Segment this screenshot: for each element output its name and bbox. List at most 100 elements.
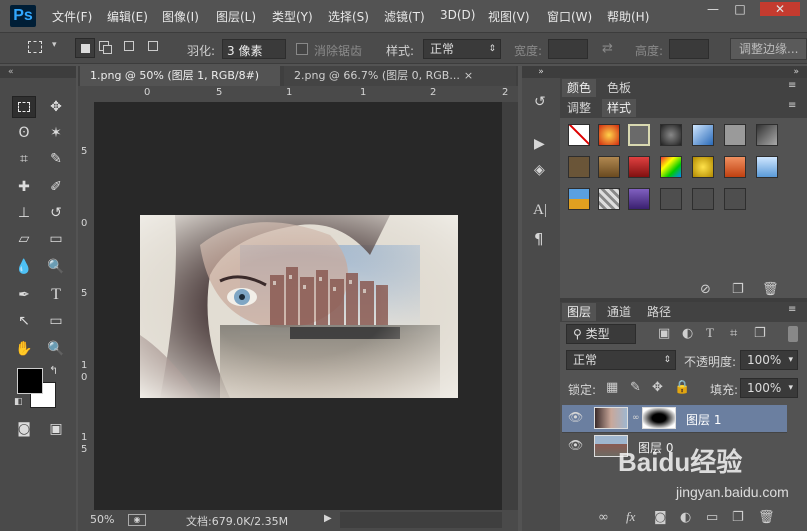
style-swatch[interactable] (598, 124, 620, 146)
menu-edit[interactable]: 编辑(E) (107, 8, 148, 25)
new-group-icon[interactable]: ▭ (706, 510, 718, 525)
canvas-image[interactable] (140, 215, 458, 398)
style-none-swatch[interactable] (568, 124, 590, 146)
collapse-toolbar-icon[interactable]: « (0, 66, 76, 78)
intersect-selection-icon[interactable] (148, 41, 158, 51)
menu-3d[interactable]: 3D(D) (440, 8, 475, 22)
lasso-tool-icon[interactable]: ʘ (12, 122, 36, 144)
close-button[interactable]: ✕ (760, 2, 800, 16)
menu-filter[interactable]: 滤镜(T) (384, 8, 425, 25)
link-layers-icon[interactable]: ∞ (598, 510, 609, 525)
filter-shape-icon[interactable]: ⌗ (730, 326, 737, 341)
opacity-input[interactable]: 100% ▾ (740, 350, 798, 370)
hand-tool-icon[interactable]: ✋ (12, 338, 36, 360)
layer-mask-thumbnail[interactable] (642, 407, 676, 429)
foreground-color-swatch[interactable] (17, 368, 43, 394)
menu-window[interactable]: 窗口(W) (547, 8, 592, 25)
new-selection-icon[interactable] (75, 38, 95, 58)
zoom-tool-icon[interactable]: 🔍 (44, 338, 68, 360)
horizontal-scrollbar[interactable] (340, 512, 502, 528)
rect-marquee-tool-icon[interactable] (12, 96, 36, 118)
tab-channels[interactable]: 通道 (602, 303, 636, 321)
path-select-tool-icon[interactable]: ↖ (12, 310, 36, 332)
minimize-button[interactable]: — (701, 2, 725, 16)
new-style-icon[interactable]: ❐ (732, 282, 744, 297)
lock-pixels-icon[interactable]: ✎ (630, 380, 641, 395)
marquee-tool-preset-icon[interactable] (28, 41, 42, 53)
lock-transparency-icon[interactable]: ▦ (606, 380, 618, 395)
delete-layer-icon[interactable]: 🗑 (758, 510, 775, 525)
healing-brush-tool-icon[interactable]: ✚ (12, 176, 36, 198)
status-preview-icon[interactable]: ◉ (128, 514, 146, 526)
add-selection-icon[interactable] (99, 41, 112, 54)
rectangle-tool-icon[interactable]: ▭ (44, 310, 68, 332)
style-swatch[interactable] (628, 156, 650, 178)
tab-styles[interactable]: 样式 (602, 99, 637, 117)
adjustment-layer-icon[interactable]: ◐ (680, 510, 691, 525)
maximize-button[interactable]: □ (728, 2, 752, 16)
history-brush-tool-icon[interactable]: ↺ (44, 202, 68, 224)
history-panel-icon[interactable]: ↺ (534, 94, 546, 110)
feather-input[interactable]: 3 像素 (222, 39, 286, 59)
height-input[interactable] (669, 39, 709, 59)
style-swatch[interactable] (660, 188, 682, 210)
chevron-down-icon[interactable]: ▾ (52, 40, 57, 50)
character-panel-icon[interactable]: A| (533, 202, 547, 219)
swap-colors-icon[interactable]: ↰ (49, 364, 58, 377)
status-menu-arrow-icon[interactable]: ▶ (324, 513, 332, 524)
layer-row-1[interactable]: 👁 ∞ 图层 1 (562, 405, 787, 432)
fill-input[interactable]: 100% ▾ (740, 378, 798, 398)
default-colors-icon[interactable]: ◧ (14, 397, 23, 407)
magic-wand-tool-icon[interactable]: ✶ (44, 122, 68, 144)
refine-edge-button[interactable]: 调整边缘... (730, 38, 807, 60)
filter-type-icon[interactable]: T (706, 325, 714, 341)
menu-type[interactable]: 类型(Y) (272, 8, 313, 25)
menu-select[interactable]: 选择(S) (328, 8, 369, 25)
quick-mask-icon[interactable]: ◙ (12, 418, 36, 440)
style-swatch[interactable] (692, 124, 714, 146)
lock-position-icon[interactable]: ✥ (652, 380, 663, 395)
style-select[interactable]: 正常 ⇕ (423, 39, 501, 59)
menu-image[interactable]: 图像(I) (162, 8, 199, 25)
tab-adjustments[interactable]: 调整 (562, 99, 596, 117)
swap-icon[interactable]: ⇄ (602, 41, 613, 56)
menu-view[interactable]: 视图(V) (488, 8, 530, 25)
menu-help[interactable]: 帮助(H) (607, 8, 649, 25)
dodge-tool-icon[interactable]: 🔍 (44, 256, 68, 278)
tab-color[interactable]: 颜色 (562, 79, 597, 97)
move-tool-icon[interactable]: ✥ (44, 96, 68, 118)
new-layer-icon[interactable]: ❐ (732, 510, 744, 525)
clone-stamp-tool-icon[interactable]: ⊥ (12, 202, 36, 224)
paragraph-panel-icon[interactable]: ¶ (534, 230, 544, 248)
tab-2png[interactable]: 2.png @ 66.7% (图层 0, RGB... × (284, 66, 516, 86)
menu-file[interactable]: 文件(F) (52, 8, 92, 25)
filter-pixel-icon[interactable]: ▣ (658, 326, 670, 341)
tab-swatches[interactable]: 色板 (602, 79, 636, 97)
style-swatch[interactable] (660, 124, 682, 146)
style-swatch[interactable] (692, 188, 714, 210)
panel-menu-icon[interactable]: ≡ (788, 304, 796, 315)
panel-menu-icon[interactable]: ≡ (788, 80, 796, 91)
style-swatch[interactable] (756, 156, 778, 178)
filter-adjustment-icon[interactable]: ◐ (682, 326, 693, 341)
blend-mode-select[interactable]: 正常 ⇕ (566, 350, 676, 370)
subtract-selection-icon[interactable] (124, 41, 134, 51)
filter-smart-object-icon[interactable]: ❐ (754, 326, 766, 341)
menu-layer[interactable]: 图层(L) (216, 8, 256, 25)
close-tab-icon[interactable]: × (464, 69, 473, 82)
clear-style-icon[interactable]: ⊘ (700, 282, 711, 297)
style-swatch[interactable] (692, 156, 714, 178)
layer-name[interactable]: 图层 1 (686, 411, 721, 428)
style-swatch[interactable] (660, 156, 682, 178)
eraser-tool-icon[interactable]: ▱ (12, 228, 36, 250)
filter-toggle[interactable] (788, 326, 798, 342)
tab-1png[interactable]: 1.png @ 50% (图层 1, RGB/8#) *× (80, 66, 280, 102)
zoom-level[interactable]: 50% (90, 513, 114, 526)
antialias-checkbox[interactable] (296, 43, 308, 55)
delete-style-icon[interactable]: 🗑 (762, 282, 779, 297)
style-swatch[interactable] (724, 156, 746, 178)
gradient-tool-icon[interactable]: ▭ (44, 228, 68, 250)
actions-panel-icon[interactable]: ▶ (534, 136, 545, 152)
screen-mode-icon[interactable]: ▣ (44, 418, 68, 440)
style-swatch[interactable] (724, 188, 746, 210)
